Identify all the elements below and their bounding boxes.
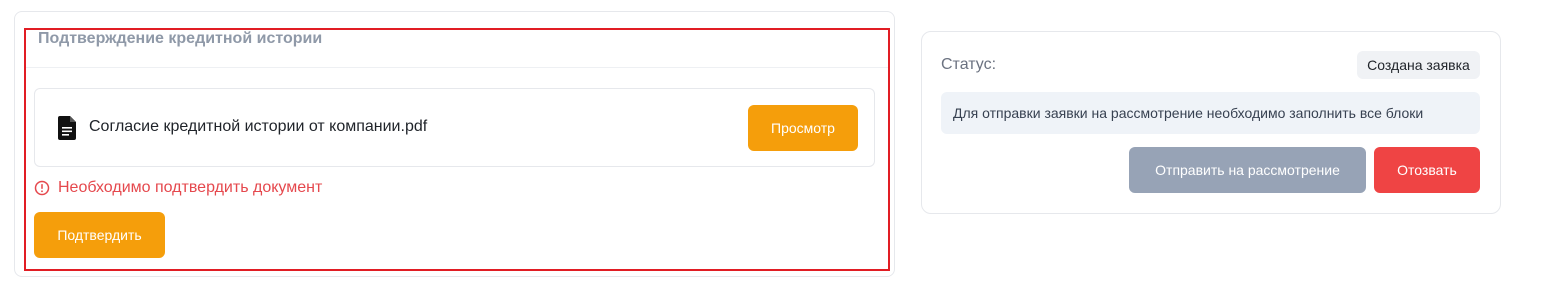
section-title: Подтверждение кредитной истории — [38, 30, 323, 47]
status-badge: Создана заявка — [1357, 51, 1480, 79]
revoke-button[interactable]: Отозвать — [1374, 147, 1480, 193]
title-divider — [26, 67, 888, 68]
document-name[interactable]: Согласие кредитной истории от компании.p… — [89, 118, 427, 136]
view-button[interactable]: Просмотр — [748, 105, 858, 151]
file-icon — [58, 116, 76, 140]
status-label: Статус: — [941, 56, 997, 73]
info-message: Для отправки заявки на рассмотрение необ… — [941, 92, 1480, 134]
confirm-button[interactable]: Подтвердить — [34, 212, 165, 258]
submit-for-review-button[interactable]: Отправить на рассмотрение — [1129, 147, 1366, 193]
page: Подтверждение кредитной истории Согласие… — [0, 0, 1541, 292]
error-message: Необходимо подтвердить документ — [58, 179, 323, 196]
alert-circle-icon — [34, 180, 50, 196]
